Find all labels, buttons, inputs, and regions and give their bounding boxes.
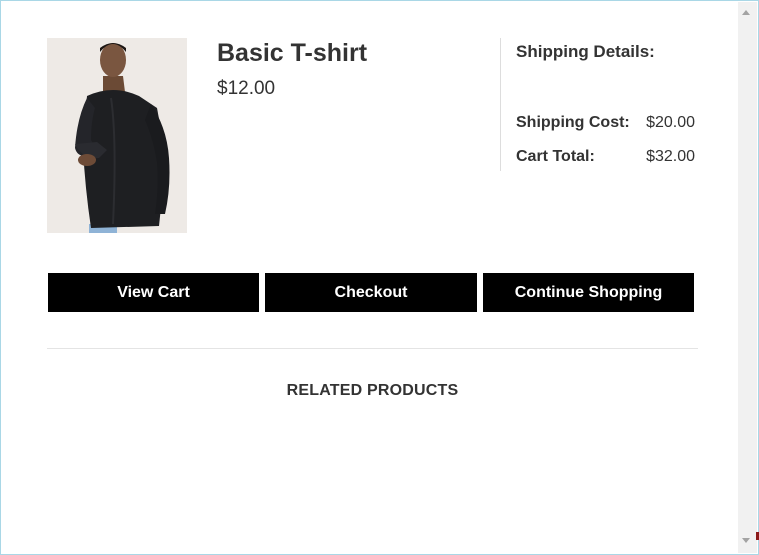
related-products-heading: RELATED PRODUCTS — [286, 382, 459, 399]
cart-total-value: $32.00 — [646, 148, 695, 165]
scroll-up-arrow-icon[interactable] — [742, 10, 750, 15]
shipping-details-title: Shipping Details: — [516, 42, 655, 61]
cart-total-label: Cart Total: — [516, 148, 595, 165]
vertical-divider — [500, 38, 501, 171]
scroll-down-arrow-icon[interactable] — [742, 538, 750, 543]
product-image — [47, 38, 187, 233]
product-name: Basic T-shirt — [217, 39, 368, 67]
horizontal-divider — [47, 348, 698, 349]
checkout-button[interactable]: Checkout — [265, 273, 477, 312]
model-photo — [47, 38, 187, 233]
cart-popup: Basic T-shirt $12.00 Shipping Details: S… — [0, 0, 759, 555]
view-cart-button[interactable]: View Cart — [48, 273, 259, 312]
product-price: $12.00 — [217, 78, 276, 99]
continue-shopping-button[interactable]: Continue Shopping — [483, 273, 694, 312]
shipping-cost-label: Shipping Cost: — [516, 114, 630, 131]
vertical-scrollbar[interactable] — [738, 2, 757, 553]
shipping-cost-value: $20.00 — [646, 114, 695, 131]
